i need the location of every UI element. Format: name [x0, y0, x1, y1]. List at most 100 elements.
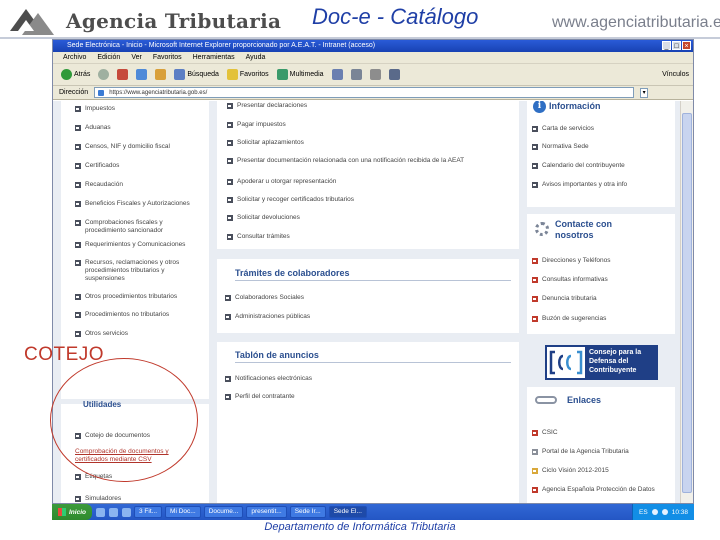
- taskbar-item[interactable]: presentit...: [246, 506, 287, 518]
- minimize-icon[interactable]: _: [662, 41, 671, 50]
- taskbar-item[interactable]: 3 Fit...: [133, 506, 163, 518]
- mail-button[interactable]: [350, 69, 362, 80]
- taskbar-item[interactable]: Mi Doc...: [165, 506, 201, 518]
- colaboradores-title: Trámites de colaboradores: [235, 268, 350, 278]
- back-button[interactable]: Atrás: [61, 69, 90, 80]
- multimedia-label: Multimedia: [289, 71, 324, 78]
- home-icon: [155, 69, 167, 80]
- taskbar-item-active[interactable]: Sede El...: [328, 506, 367, 518]
- left-item[interactable]: Recursos, reclamaciones y otros procedim…: [75, 259, 203, 283]
- enlaces-title: Enlaces: [567, 395, 602, 405]
- maximize-icon[interactable]: □: [672, 41, 681, 50]
- slide-footer: Departamento de Informática Tributaria: [264, 521, 456, 533]
- mid-item[interactable]: Apoderar u otorgar representación: [227, 178, 515, 186]
- taskbar-item[interactable]: Sede Ir...: [289, 506, 326, 518]
- left-item[interactable]: Procedimientos no tributarios: [75, 311, 203, 319]
- window-titlebar[interactable]: Sede Electrónica - Inicio - Microsoft In…: [53, 40, 693, 52]
- task-label: 3 Fit...: [138, 508, 158, 515]
- quicklaunch-ie-icon[interactable]: [95, 507, 105, 517]
- menu-archivo[interactable]: Archivo: [63, 52, 86, 63]
- enlaces-item[interactable]: Portal de la Agencia Tributaria: [532, 448, 672, 456]
- mid-item[interactable]: Solicitar y recoger certificados tributa…: [227, 196, 515, 204]
- logo-text: Agencia Tributaria: [66, 9, 282, 33]
- menu-favoritos[interactable]: Favoritos: [153, 52, 182, 63]
- left-item[interactable]: Recaudación: [75, 181, 203, 189]
- left-item[interactable]: Otros servicios: [75, 330, 203, 338]
- left-item[interactable]: Comprobaciones fiscales y procedimiento …: [75, 219, 203, 235]
- vertical-scrollbar[interactable]: [680, 101, 693, 503]
- informacion-item[interactable]: Carta de servicios: [532, 125, 672, 133]
- favorites-button[interactable]: Favoritos: [226, 69, 269, 80]
- language-indicator[interactable]: ES: [639, 509, 648, 516]
- arrow-bullet-icon: [225, 376, 231, 382]
- informacion-item[interactable]: Calendario del contribuyente: [532, 162, 672, 170]
- history-button[interactable]: [331, 69, 343, 80]
- menu-ver[interactable]: Ver: [131, 52, 142, 63]
- arrow-bullet-icon: [225, 314, 231, 320]
- edit-button[interactable]: [388, 69, 400, 80]
- mid-item[interactable]: Pagar impuestos: [227, 121, 515, 129]
- contacte-item[interactable]: Denuncia tributaria: [532, 295, 672, 303]
- consejo-banner[interactable]: Consejo para la Defensa del Contribuyent…: [545, 345, 658, 380]
- colaboradores-item[interactable]: Administraciones públicas: [225, 313, 513, 321]
- tablon-item[interactable]: Perfil del contratante: [225, 393, 513, 401]
- tray-network-icon[interactable]: [651, 509, 658, 515]
- informacion-item[interactable]: Avisos importantes y otra info: [532, 181, 672, 189]
- contacte-item-label: Buzón de sugerencias: [542, 315, 607, 322]
- print-button[interactable]: [369, 69, 381, 80]
- close-icon[interactable]: ×: [682, 41, 691, 50]
- clock: 10:38: [671, 508, 688, 516]
- tablon-item[interactable]: Notificaciones electrónicas: [225, 375, 513, 383]
- multimedia-button[interactable]: Multimedia: [276, 69, 324, 80]
- mid-item[interactable]: Solicitar aplazamientos: [227, 139, 515, 147]
- contacte-item[interactable]: Direcciones y Teléfonos: [532, 257, 672, 265]
- address-input[interactable]: https://www.agenciatributaria.gob.es/: [94, 87, 635, 98]
- search-button[interactable]: Búsqueda: [174, 69, 219, 80]
- address-label: Dirección: [59, 89, 89, 96]
- links-button[interactable]: Vínculos: [662, 71, 689, 78]
- home-button[interactable]: [155, 69, 167, 80]
- arrow-bullet-icon: [75, 312, 81, 318]
- scrollbar-thumb[interactable]: [682, 113, 692, 493]
- start-button[interactable]: Inicio: [52, 504, 92, 520]
- address-dropdown-icon[interactable]: ▾: [640, 87, 649, 98]
- mid-item-label: Apoderar u otorgar representación: [237, 178, 337, 185]
- mid-item[interactable]: Consultar trámites: [227, 233, 515, 241]
- enlaces-item[interactable]: Ciclo Visión 2012-2015: [532, 467, 672, 475]
- arrow-bullet-icon: [227, 103, 233, 109]
- mid-item[interactable]: Presentar declaraciones: [227, 102, 515, 110]
- menu-edicion[interactable]: Edición: [97, 52, 120, 63]
- start-label: Inicio: [69, 508, 86, 516]
- left-item[interactable]: Beneficios Fiscales y Autorizaciones: [75, 200, 203, 208]
- colaboradores-item[interactable]: Colaboradores Sociales: [225, 294, 513, 302]
- mid-item[interactable]: Solicitar devoluciones: [227, 214, 515, 222]
- quicklaunch-desktop-icon[interactable]: [108, 507, 118, 517]
- contacte-item[interactable]: Buzón de sugerencias: [532, 315, 672, 323]
- mid-item[interactable]: Presentar documentación relacionada con …: [227, 157, 515, 165]
- menu-herramientas[interactable]: Herramientas: [193, 52, 235, 63]
- tray-volume-icon[interactable]: [661, 509, 668, 515]
- forward-button[interactable]: [98, 69, 110, 80]
- menu-bar: Archivo Edición Ver Favoritos Herramient…: [53, 52, 693, 64]
- left-item[interactable]: Censos, NIF y domicilio fiscal: [75, 143, 203, 151]
- left-item[interactable]: Impuestos: [75, 105, 203, 113]
- informacion-item[interactable]: Normativa Sede: [532, 143, 672, 151]
- arrow-bullet-icon: [75, 125, 81, 131]
- left-item[interactable]: Aduanas: [75, 124, 203, 132]
- left-item[interactable]: Certificados: [75, 162, 203, 170]
- stop-button[interactable]: [117, 69, 129, 80]
- utilidades-item[interactable]: Simuladores: [75, 495, 203, 503]
- left-item[interactable]: Requerimientos y Comunicaciones: [75, 241, 203, 249]
- csic-logo-icon: [532, 430, 538, 436]
- left-item-label: Recaudación: [85, 181, 123, 188]
- refresh-button[interactable]: [136, 69, 148, 80]
- quicklaunch-mail-icon[interactable]: [121, 507, 131, 517]
- arrow-bullet-icon: [227, 122, 233, 128]
- menu-ayuda[interactable]: Ayuda: [246, 52, 266, 63]
- enlaces-item[interactable]: Agencia Española Protección de Datos: [532, 486, 672, 494]
- contacte-item[interactable]: Consultas informativas: [532, 276, 672, 284]
- taskbar-item[interactable]: Docume...: [203, 506, 244, 518]
- panel-divider: [235, 280, 511, 281]
- left-item[interactable]: Otros procedimientos tributarios: [75, 293, 203, 301]
- enlaces-item[interactable]: CSIC: [532, 429, 672, 437]
